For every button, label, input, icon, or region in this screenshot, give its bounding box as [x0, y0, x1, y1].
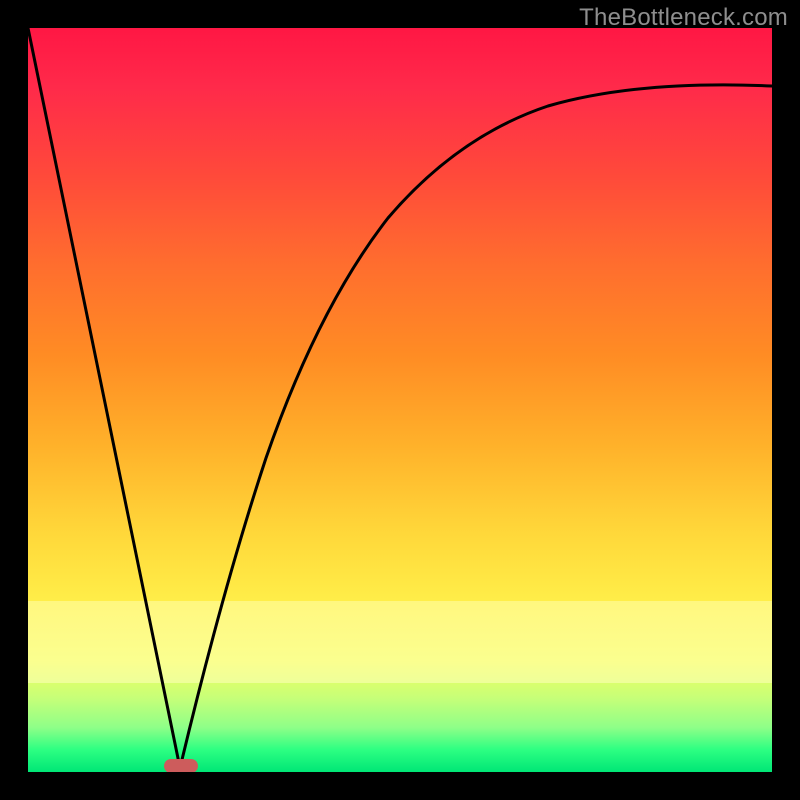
plot-area [28, 28, 772, 772]
watermark-text: TheBottleneck.com [579, 4, 788, 32]
curve-left-segment [28, 28, 180, 768]
bottleneck-curve [28, 28, 772, 772]
optimal-point-marker [164, 759, 198, 772]
chart-frame: TheBottleneck.com [0, 0, 800, 800]
curve-right-segment [180, 85, 772, 768]
